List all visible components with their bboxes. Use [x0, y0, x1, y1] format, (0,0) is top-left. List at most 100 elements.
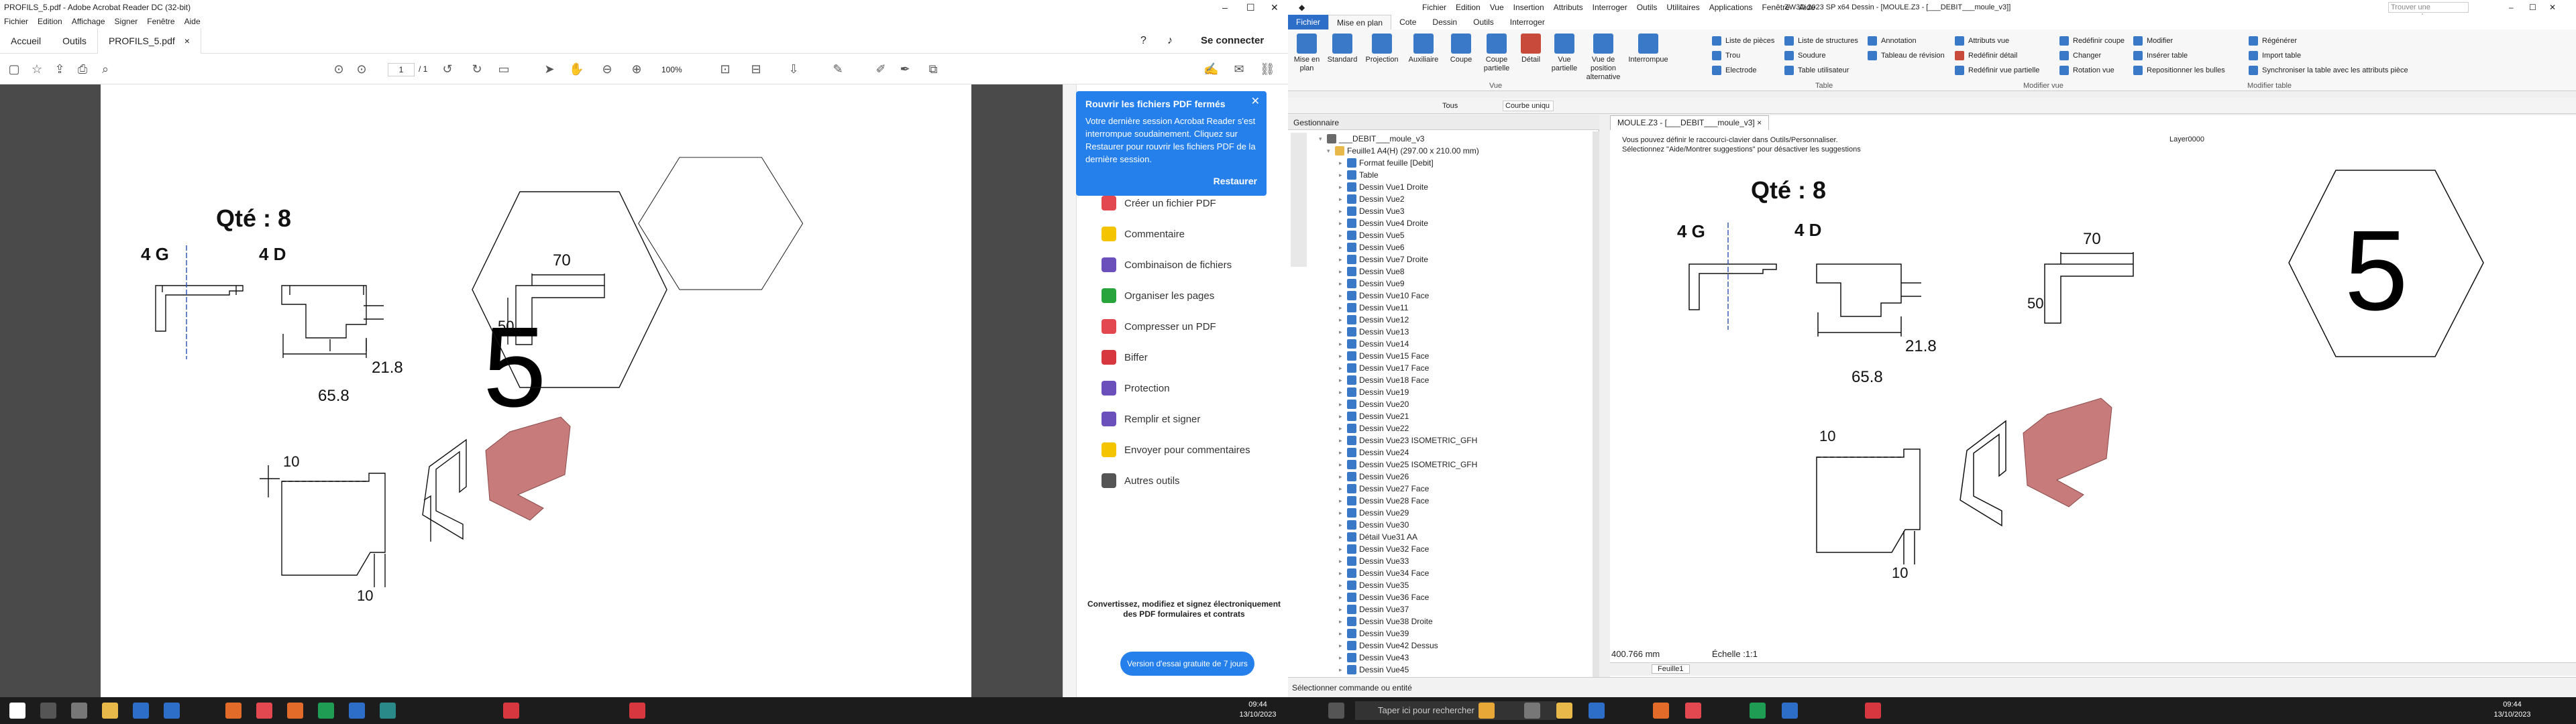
filter-all[interactable]: Tous	[1442, 101, 1483, 111]
word-icon[interactable]	[349, 703, 365, 719]
zmenu-applications[interactable]: Applications	[1709, 0, 1753, 15]
signin-link[interactable]: Se connecter	[1201, 35, 1264, 46]
tree-item[interactable]: ▸ Dessin Vue37	[1339, 603, 1409, 615]
expand-icon[interactable]: ▸	[1339, 640, 1344, 652]
upload-icon[interactable]: ⇪	[52, 62, 67, 76]
tree-item[interactable]: ▸ Dessin Vue33	[1339, 555, 1409, 567]
excel-icon[interactable]	[318, 703, 334, 719]
star-icon[interactable]: ☆	[30, 62, 44, 76]
tool-compress[interactable]: Compresser un PDF	[1102, 319, 1216, 334]
menu-affichage[interactable]: Affichage	[72, 15, 105, 28]
tree-item[interactable]: ▸ Dessin Vue6	[1339, 241, 1405, 253]
expand-icon[interactable]: ▸	[1339, 278, 1344, 290]
expand-icon[interactable]: ▸	[1339, 181, 1344, 193]
rs-attributs-vue[interactable]: Attributs vue	[1955, 36, 2009, 46]
routlook-icon[interactable]	[1589, 703, 1605, 719]
expand-icon[interactable]: ▸	[1339, 326, 1344, 338]
rchrome-icon[interactable]	[1685, 703, 1701, 719]
tree-item[interactable]: ▸ Dessin Vue11	[1339, 302, 1408, 314]
tree-item[interactable]: ▸ Dessin Vue15 Face	[1339, 350, 1429, 362]
rb-auxiliaire[interactable]: Auxiliaire	[1405, 34, 1442, 64]
link-icon[interactable]: ⛓	[1260, 62, 1275, 76]
zmenu-attributs[interactable]: Attributs	[1554, 0, 1583, 15]
maximize-icon[interactable]: ☐	[1246, 0, 1255, 15]
app-icon[interactable]	[164, 703, 180, 719]
expand-icon[interactable]: ▸	[1339, 627, 1344, 640]
racrobat-icon[interactable]	[1865, 703, 1881, 719]
taskview-icon[interactable]	[71, 703, 87, 719]
zmenu-outils[interactable]: Outils	[1637, 0, 1658, 15]
rtab-cote[interactable]: Cote	[1391, 15, 1424, 29]
tree-item[interactable]: ▸ Dessin Vue34 Face	[1339, 567, 1429, 579]
tree-item[interactable]: ▸ Dessin Vue14	[1339, 338, 1409, 350]
tree-item[interactable]: ▸ Détail Vue31 AA	[1339, 531, 1417, 543]
expand-icon[interactable]: ▸	[1339, 459, 1344, 471]
tree-item[interactable]: ▸ Dessin Vue39	[1339, 627, 1409, 640]
expand-icon[interactable]: ▸	[1339, 314, 1344, 326]
expand-icon[interactable]: ▸	[1339, 217, 1344, 229]
rb-interrompue[interactable]: Interrompue	[1626, 34, 1670, 64]
menu-fichier[interactable]: Fichier	[4, 15, 28, 28]
expand-icon[interactable]: ▸	[1339, 253, 1344, 265]
page-number-input[interactable]: 1	[388, 63, 415, 76]
expand-icon[interactable]: ▸	[1339, 290, 1344, 302]
app2-icon[interactable]	[380, 703, 396, 719]
sheet-tab-feuille1[interactable]: Feuille1	[1652, 664, 1690, 674]
hand-icon[interactable]: ✋	[569, 62, 584, 76]
popup-close-icon[interactable]: ✕	[1251, 95, 1260, 108]
tree-item[interactable]: ▸ Dessin Vue5	[1339, 229, 1405, 241]
zmenu-vue[interactable]: Vue	[1490, 0, 1504, 15]
command-search[interactable]: Trouver une commande	[2388, 2, 2469, 21]
rs-liste-structures[interactable]: Liste de structures	[1784, 36, 1858, 46]
expand-icon[interactable]: ▸	[1339, 664, 1344, 676]
tree-item[interactable]: ▸ Dessin Vue45	[1339, 664, 1409, 676]
minimize-icon[interactable]: –	[1222, 0, 1228, 15]
tree-item[interactable]: ▸ Dessin Vue29	[1339, 507, 1409, 519]
expand-icon[interactable]: ▸	[1339, 652, 1344, 664]
tool-redact[interactable]: Biffer	[1102, 350, 1148, 365]
expand-icon[interactable]: ▸	[1339, 338, 1344, 350]
rtab-dessin[interactable]: Dessin	[1424, 15, 1465, 29]
expand-icon[interactable]: ▸	[1339, 446, 1344, 459]
help-icon[interactable]: ?	[1140, 35, 1146, 47]
tree-item[interactable]: ▸ Dessin Vue27 Face	[1339, 483, 1429, 495]
tree-item[interactable]: ▸ Dessin Vue18 Face	[1339, 374, 1429, 386]
rs-revision[interactable]: Tableau de révision	[1868, 51, 1945, 60]
expand-icon[interactable]: ▸	[1339, 567, 1344, 579]
tab-close-icon[interactable]: ×	[184, 28, 190, 54]
tree-item[interactable]: ▸ Dessin Vue2	[1339, 193, 1405, 205]
zmenu-fichier[interactable]: Fichier	[1422, 0, 1446, 15]
zmenu-insertion[interactable]: Insertion	[1513, 0, 1544, 15]
tool-fill-sign[interactable]: Remplir et signer	[1102, 412, 1200, 426]
z-minimize-icon[interactable]: –	[2509, 0, 2514, 15]
expand-icon[interactable]: ▸	[1339, 555, 1344, 567]
rb-standard[interactable]: Standard	[1326, 34, 1359, 64]
tool-organize[interactable]: Organiser les pages	[1102, 288, 1214, 303]
page-up-icon[interactable]: ⊙	[331, 62, 346, 76]
rs-changer[interactable]: Changer	[2059, 51, 2101, 60]
tree-item[interactable]: ▸ Dessin Vue35	[1339, 579, 1409, 591]
rs-inserer-table[interactable]: Insérer table	[2133, 51, 2188, 60]
comment-icon[interactable]: ✎	[830, 62, 845, 76]
expand-icon[interactable]: ▸	[1339, 302, 1344, 314]
briefcase-icon[interactable]	[1479, 703, 1495, 719]
tree-item[interactable]: ▸ Dessin Vue12	[1339, 314, 1409, 326]
rtab-mise-en-plan[interactable]: Mise en plan	[1328, 15, 1392, 29]
expand-icon[interactable]: ▸	[1339, 169, 1344, 181]
windows-start-icon[interactable]	[9, 703, 25, 719]
rtab-outils[interactable]: Outils	[1465, 15, 1502, 29]
expand-icon[interactable]: ▸	[1339, 591, 1344, 603]
page-down-icon[interactable]: ⊙	[354, 62, 369, 76]
tree-item[interactable]: ▸ Dessin Vue32 Face	[1339, 543, 1429, 555]
expand-icon[interactable]: ▸	[1339, 531, 1344, 543]
explorer-icon[interactable]	[102, 703, 118, 719]
rtab-fichier[interactable]: Fichier	[1288, 15, 1329, 29]
tree-sheet[interactable]: ▾ Feuille1 A4(H) (297.00 x 210.00 mm)	[1327, 145, 1479, 157]
expand-icon[interactable]: ▸	[1339, 157, 1344, 169]
z-close-icon[interactable]: ✕	[2549, 0, 2556, 15]
brave-icon[interactable]	[287, 703, 303, 719]
tree-item[interactable]: ▸ Dessin Vue3	[1339, 205, 1405, 217]
expand-icon[interactable]: ▸	[1339, 422, 1344, 434]
rs-modifier[interactable]: Modifier	[2133, 36, 2173, 46]
rb-detail[interactable]: Détail	[1516, 34, 1546, 64]
